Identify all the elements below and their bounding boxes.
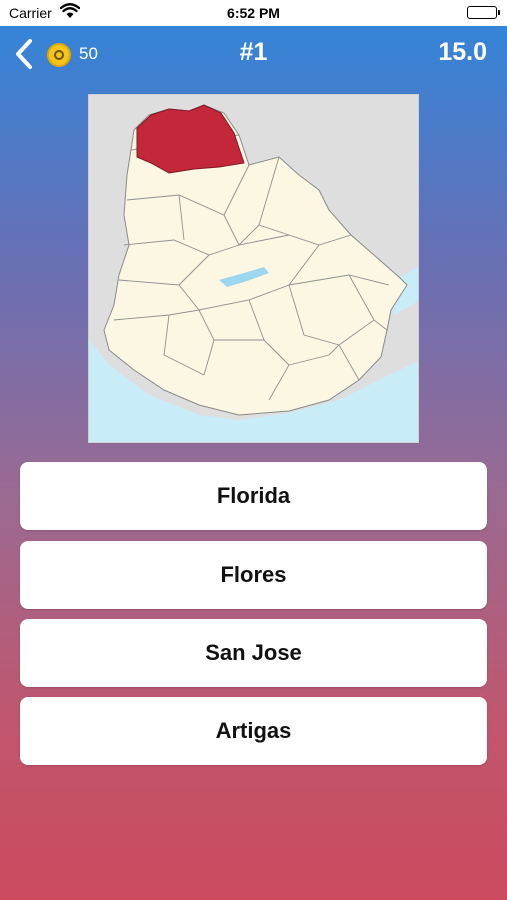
answer-label: Flores	[220, 562, 287, 587]
top-nav: 50 #1 15.0	[0, 26, 507, 82]
status-bar: Carrier 6:52 PM	[0, 0, 507, 26]
battery-icon	[467, 6, 500, 19]
status-time: 6:52 PM	[227, 5, 280, 21]
answer-button-1[interactable]: Florida	[20, 462, 487, 530]
answer-button-2[interactable]: Flores	[20, 541, 487, 609]
answer-button-4[interactable]: Artigas	[20, 697, 487, 765]
countdown-timer: 15.0	[438, 38, 487, 66]
highlighted-region	[136, 104, 245, 174]
answer-label: Artigas	[215, 718, 292, 743]
region-map	[88, 94, 419, 443]
question-number: #1	[239, 38, 268, 66]
answer-button-3[interactable]: San Jose	[20, 619, 487, 687]
answer-label: San Jose	[205, 640, 302, 665]
answer-label: Florida	[216, 483, 291, 508]
